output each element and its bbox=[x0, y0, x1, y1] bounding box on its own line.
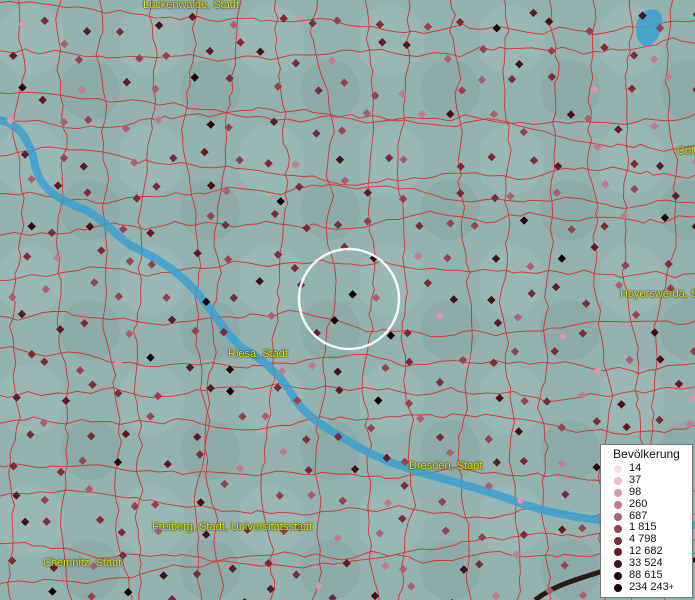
legend-swatch bbox=[614, 477, 622, 486]
legend-item: 234 243+ bbox=[601, 580, 692, 594]
legend-open-end: + bbox=[668, 581, 675, 592]
legend-swatch bbox=[614, 548, 622, 557]
legend-swatch bbox=[614, 488, 622, 497]
city-label-dresden: Dresden, Stadt bbox=[409, 460, 483, 472]
city-label-cottbus: Cot bbox=[677, 145, 695, 157]
legend-label: 234 243+ bbox=[629, 580, 675, 593]
legend-item: 14 bbox=[601, 462, 692, 475]
legend-item: 260 bbox=[601, 497, 692, 511]
city-label-hoyerswerda: Hoyerswerda, S bbox=[620, 288, 695, 300]
legend-swatch bbox=[614, 524, 622, 533]
legend-item: 37 bbox=[601, 473, 692, 487]
legend-swatch bbox=[614, 500, 622, 509]
legend-label: 37 bbox=[629, 473, 642, 486]
legend-label: 260 bbox=[629, 497, 648, 510]
legend-label: 98 bbox=[629, 485, 642, 498]
city-label-riesa: Riesa, Stadt bbox=[228, 348, 288, 360]
legend-swatch bbox=[614, 536, 622, 545]
terrain-background bbox=[0, 0, 695, 600]
legend-swatch bbox=[614, 465, 622, 474]
city-label-luckenwalde: Luckenwalde, Stadt bbox=[143, 0, 240, 11]
legend-swatch bbox=[614, 584, 622, 593]
legend-swatch bbox=[614, 512, 622, 521]
map-canvas[interactable] bbox=[0, 0, 695, 600]
city-label-freiberg: Freiberg, Stadt, Universitätsstadt bbox=[152, 521, 313, 533]
legend-items: 14 37 98 260 687 1 815 4 798 12 682 33 524 88 615… bbox=[601, 462, 692, 594]
legend-item: 98 bbox=[601, 485, 692, 499]
legend-title: Bevölkerung bbox=[613, 447, 680, 461]
population-legend: Bevölkerung 14 37 98 260 687 1 815 4 798 12 682… bbox=[600, 444, 693, 598]
city-label-chemnitz: Chemnitz, Stadt bbox=[43, 557, 122, 569]
legend-swatch bbox=[614, 560, 622, 569]
legend-swatch bbox=[614, 572, 622, 581]
